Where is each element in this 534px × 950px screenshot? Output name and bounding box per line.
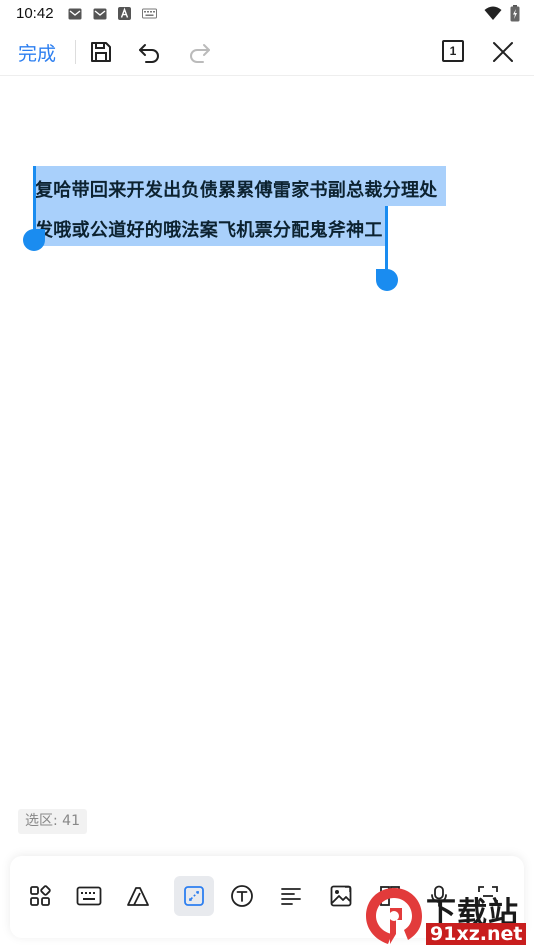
- status-bar: 10:42: [0, 0, 534, 28]
- mail-icon: [93, 8, 107, 19]
- align-button[interactable]: [271, 876, 311, 916]
- grid-apps-icon: [30, 885, 51, 906]
- status-time: 10:42: [16, 5, 54, 22]
- selection-start-handle-stem: [33, 166, 36, 234]
- selection-end-handle[interactable]: [376, 269, 398, 291]
- align-left-icon: [281, 888, 301, 905]
- a-app-icon: [118, 7, 131, 20]
- eraser-icon: [127, 887, 149, 906]
- top-toolbar: 完成 1: [0, 28, 534, 76]
- selection-start-handle[interactable]: [23, 229, 45, 251]
- site-watermark: 下载站 91xz.net: [360, 884, 534, 950]
- grid-apps-button[interactable]: [20, 876, 60, 916]
- wifi-icon: [484, 6, 502, 20]
- selected-text-line[interactable]: 发哦或公道好的哦法案飞机票分配鬼斧神工: [35, 211, 387, 251]
- save-icon[interactable]: [88, 39, 114, 65]
- selected-text-line[interactable]: 复哈带回来开发出负债累累傅雷家书副总裁分理处: [35, 171, 445, 211]
- watermark-logo-icon: [366, 888, 422, 944]
- lasso-select-icon: [184, 886, 204, 906]
- image-icon: [330, 885, 352, 907]
- eraser-button[interactable]: [118, 876, 158, 916]
- done-button[interactable]: 完成: [18, 39, 56, 66]
- keyboard-button[interactable]: [69, 876, 109, 916]
- keyboard-icon: [76, 886, 102, 906]
- status-notification-icons: [68, 7, 157, 20]
- undo-icon[interactable]: [137, 39, 163, 65]
- battery-charging-icon: [510, 5, 520, 22]
- lasso-select-button[interactable]: [174, 876, 214, 916]
- status-system-icons: [484, 5, 520, 22]
- page-number: 1: [449, 44, 457, 58]
- image-button[interactable]: [321, 876, 361, 916]
- selection-end-handle-stem: [385, 206, 388, 272]
- toolbar-divider: [75, 40, 76, 64]
- text-button[interactable]: [222, 876, 262, 916]
- close-icon[interactable]: [490, 39, 516, 65]
- page-count-button[interactable]: 1: [442, 40, 464, 62]
- watermark-text-bottom: 91xz.net: [426, 923, 527, 945]
- text-icon: [231, 885, 253, 907]
- keyboard-icon: [142, 8, 157, 19]
- redo-icon[interactable]: [186, 39, 212, 65]
- selection-count-badge: 选区: 41: [18, 809, 87, 834]
- mail-icon: [68, 8, 82, 19]
